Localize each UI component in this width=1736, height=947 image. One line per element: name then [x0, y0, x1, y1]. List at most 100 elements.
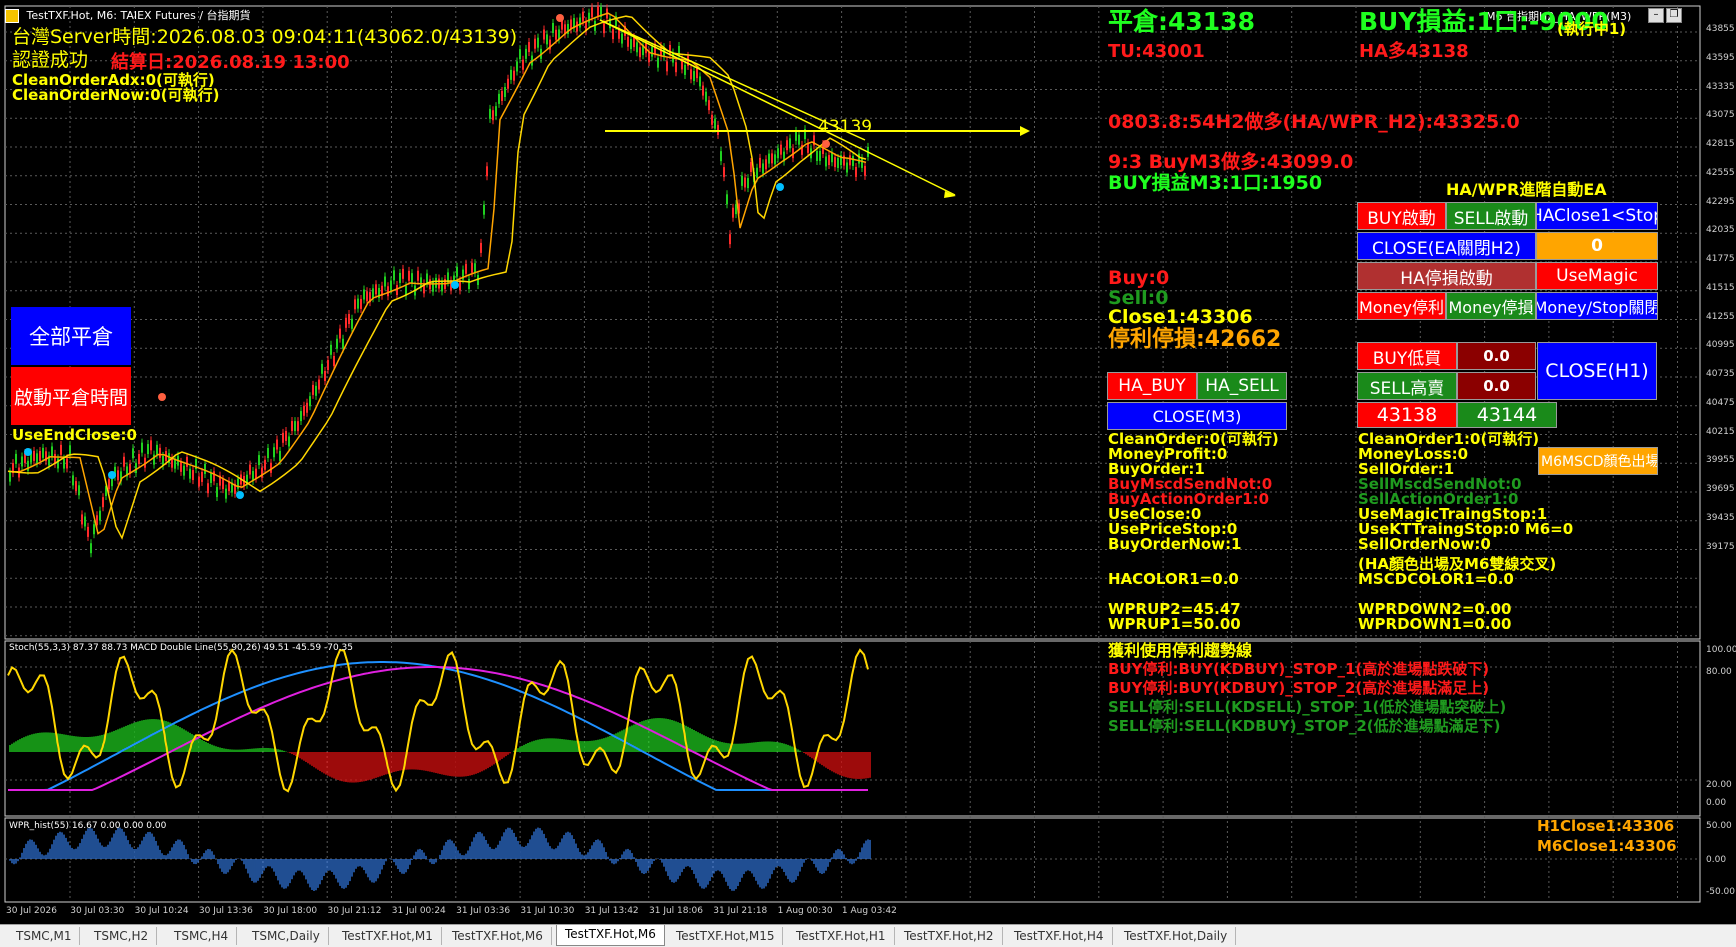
candle-body — [528, 42, 530, 53]
ha-stop-button[interactable]: HA停損啟動 — [1357, 262, 1536, 290]
chart-tab[interactable]: TestTXF.Hot,M15 — [668, 927, 784, 945]
money-sl-button[interactable]: Money停損 — [1446, 292, 1536, 320]
sell-high-button[interactable]: SELL高賣 — [1357, 372, 1457, 400]
candle-body — [363, 289, 365, 300]
candle-body — [717, 124, 719, 135]
candle-body — [201, 471, 203, 482]
time-axis-label: 30 Jul 03:30 — [70, 906, 125, 916]
candle-body — [69, 445, 71, 456]
price2-display: 43144 — [1457, 402, 1557, 428]
close-h1-button[interactable]: CLOSE(H1) — [1537, 342, 1657, 400]
candle-body — [789, 138, 791, 149]
candle-body — [648, 52, 650, 63]
candle-body — [765, 159, 767, 170]
candle-body — [408, 270, 410, 281]
candle-body — [492, 110, 494, 121]
candle-body — [213, 471, 215, 482]
candle-body — [348, 313, 350, 324]
candle-body — [825, 156, 827, 167]
chart-tab[interactable]: TSMC,Daily — [244, 927, 329, 945]
candle-body — [123, 456, 125, 467]
sell-start-button[interactable]: SELL啟動 — [1446, 202, 1536, 230]
candle-body — [336, 338, 338, 349]
chart-tab[interactable]: TSMC,H4 — [166, 927, 238, 945]
signal-marker — [24, 448, 32, 456]
candle-body — [861, 157, 863, 168]
chart-tab[interactable]: TestTXF.Hot,M6 — [444, 927, 552, 945]
candle-body — [714, 118, 716, 129]
ha-sell-button[interactable]: HA_SELL — [1197, 372, 1287, 400]
price-line-label: 43139 — [818, 117, 873, 137]
candle-body — [33, 450, 35, 461]
close-ea-button[interactable]: CLOSE(EA關閉H2) — [1357, 232, 1536, 260]
time-axis-label: 30 Jul 21:12 — [327, 906, 382, 916]
candle-body — [795, 130, 797, 141]
money-stop-close-button[interactable]: Money/Stop關閉 — [1536, 292, 1658, 320]
chart-tab[interactable]: TestTXF.Hot,M1 — [334, 927, 442, 945]
chart-tab[interactable]: TSMC,H2 — [86, 927, 158, 945]
zero-value-field[interactable]: 0 — [1536, 232, 1658, 260]
candle-body — [264, 459, 266, 470]
chart-tab[interactable]: TestTXF.Hot,Daily — [1116, 927, 1237, 945]
close-all-button[interactable]: 全部平倉 — [11, 307, 131, 365]
buy-low-button[interactable]: BUY低買 — [1357, 342, 1457, 370]
candle-body — [456, 266, 458, 277]
price-axis-label: 43335 — [1706, 81, 1735, 92]
chart-window[interactable]: TestTXF.Hot, M6: TAIEX Futures / 台指期貨 M6… — [0, 0, 1736, 924]
use-magic-button[interactable]: UseMagic — [1536, 262, 1658, 290]
candle-body — [84, 516, 86, 527]
stop-rule-note: BUY停利:BUY(KDBUY)_STOP_2(高於進場點滿足上) — [1108, 679, 1490, 697]
candle-body — [690, 69, 692, 80]
close-m3-button[interactable]: CLOSE(M3) — [1107, 402, 1287, 430]
candle-body — [744, 177, 746, 188]
candle-body — [207, 483, 209, 494]
ha-buy-button[interactable]: HA_BUY — [1107, 372, 1197, 400]
candle-body — [798, 134, 800, 145]
candle-body — [315, 385, 317, 396]
wprup1: WPRUP1=50.00 — [1108, 615, 1241, 633]
signal-marker — [236, 491, 244, 499]
candle-body — [258, 455, 260, 466]
info-line: BuyOrderNow:1 — [1108, 535, 1242, 553]
candle-body — [555, 29, 557, 40]
candle-body — [273, 447, 275, 458]
stop-rule-note: SELL停利:SELL(KDBUY)_STOP_2(低於進場點滿足下) — [1108, 717, 1501, 735]
time-axis-label: 1 Aug 03:42 — [841, 906, 897, 916]
candle-body — [339, 328, 341, 339]
chart-tab[interactable]: TestTXF.Hot,M6 — [556, 925, 665, 946]
buy-low-value[interactable]: 0.0 — [1457, 342, 1536, 370]
chart-tab[interactable]: TestTXF.Hot,H2 — [896, 927, 1003, 945]
start-close-time-button[interactable]: 啟動平倉時間 — [11, 367, 131, 425]
price-axis-label: 39695 — [1706, 484, 1735, 494]
candle-body — [516, 61, 518, 72]
buy-start-button[interactable]: BUY啟動 — [1357, 202, 1446, 230]
candle-body — [51, 446, 53, 457]
candle-body — [699, 76, 701, 87]
candle-body — [303, 405, 305, 416]
wpr-axis-label: 0.00 — [1706, 855, 1727, 865]
restore-button[interactable]: ❐ — [1666, 8, 1682, 23]
stop-value: 停利停損:42662 — [1108, 327, 1282, 352]
h2-long-entry: 0803.8:54H2做多(HA/WPR_H2):43325.0 — [1108, 111, 1520, 133]
chart-window-icon — [5, 9, 19, 23]
chart-tab[interactable]: TestTXF.Hot,H1 — [788, 927, 895, 945]
signal-marker — [451, 281, 459, 289]
chart-canvas[interactable] — [0, 0, 1736, 924]
haclose-button[interactable]: HAClose1<Stop — [1536, 202, 1658, 230]
m6-color-button[interactable]: M6MSCD顏色出場 — [1538, 447, 1658, 475]
candle-body — [90, 543, 92, 554]
chart-tab[interactable]: TestTXF.Hot,H4 — [1006, 927, 1113, 945]
candle-body — [327, 360, 329, 371]
candle-body — [852, 156, 854, 167]
time-axis-label: 31 Jul 10:30 — [520, 906, 575, 916]
money-tp-button[interactable]: Money停利 — [1357, 292, 1446, 320]
price-axis-label: 43595 — [1706, 52, 1735, 63]
candle-body — [330, 344, 332, 355]
candle-body — [36, 453, 38, 464]
candle-body — [468, 279, 470, 290]
stoch-axis-label: 100.00 — [1706, 645, 1736, 655]
sell-high-value[interactable]: 0.0 — [1457, 372, 1536, 400]
candle-body — [399, 272, 401, 283]
chart-tab[interactable]: TSMC,M1 — [8, 927, 81, 945]
minimize-button[interactable]: – — [1648, 8, 1664, 23]
